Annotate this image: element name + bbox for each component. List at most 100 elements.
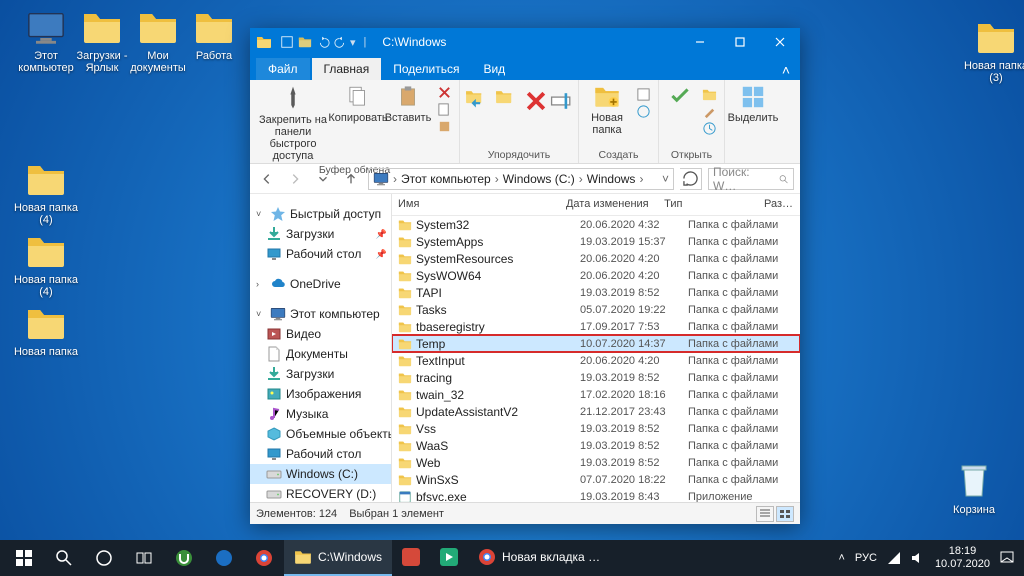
table-row[interactable]: bfsvc.exe19.03.2019 8:43Приложение xyxy=(392,488,800,502)
table-row[interactable]: WaaS19.03.2019 8:52Папка с файлами xyxy=(392,437,800,454)
desktop-icon-newfolder3[interactable]: Новая папка (3) xyxy=(960,18,1024,84)
close-button[interactable] xyxy=(760,28,800,56)
col-name[interactable]: Имя xyxy=(392,194,560,215)
delete-button[interactable] xyxy=(524,86,548,116)
tray-notifications-icon[interactable] xyxy=(1000,551,1014,565)
table-row[interactable]: UpdateAssistantV221.12.2017 23:43Папка с… xyxy=(392,403,800,420)
pin-button[interactable]: Закрепить на панели быстрого доступа xyxy=(254,82,332,164)
nav-item[interactable]: Изображения xyxy=(250,384,391,404)
table-row[interactable]: TextInput20.06.2020 4:20Папка с файлами xyxy=(392,352,800,369)
col-type[interactable]: Тип xyxy=(658,194,758,215)
taskview-button[interactable] xyxy=(124,540,164,576)
crumb-thispc[interactable]: Этот компьютер xyxy=(399,172,493,186)
moveto-button[interactable] xyxy=(464,86,492,116)
tray-lang[interactable]: РУС xyxy=(855,552,877,564)
nav-pane[interactable]: ˅Быстрый доступ Загрузки📌Рабочий стол📌 ›… xyxy=(250,194,392,502)
system-tray[interactable]: ˄ РУС 18:19 10.07.2020 xyxy=(838,545,1020,570)
desktop-icon-work[interactable]: Работа xyxy=(178,8,250,62)
crumb-drive[interactable]: Windows (C:) xyxy=(501,172,577,186)
tab-home[interactable]: Главная xyxy=(312,58,382,80)
cortana-button[interactable] xyxy=(84,540,124,576)
nav-item[interactable]: Документы xyxy=(250,344,391,364)
table-row[interactable]: Vss19.03.2019 8:52Папка с файлами xyxy=(392,420,800,437)
table-row[interactable]: Temp10.07.2020 14:37Папка с файлами xyxy=(392,335,800,352)
taskbar-app-explorer[interactable]: C:\Windows xyxy=(284,540,392,576)
table-row[interactable]: SystemApps19.03.2019 15:37Папка с файлам… xyxy=(392,233,800,250)
tab-share[interactable]: Поделиться xyxy=(381,58,471,80)
edit-button[interactable] xyxy=(699,103,720,120)
table-row[interactable]: twain_3217.02.2020 18:16Папка с файлами xyxy=(392,386,800,403)
taskbar[interactable]: C:\Windows Новая вкладка - G… ˄ РУС 18:19… xyxy=(0,540,1024,576)
desktop-icon-newfolder4[interactable]: Новая папка (4) xyxy=(10,160,82,226)
select-button[interactable]: Выделить xyxy=(729,82,777,126)
nav-item[interactable]: Объемные объекты xyxy=(250,424,391,444)
nav-item[interactable]: Рабочий стол📌 xyxy=(250,244,391,264)
copy-button[interactable]: Копировать xyxy=(334,82,382,126)
recycle-bin[interactable]: Корзина xyxy=(938,462,1010,516)
taskbar-app-app1[interactable] xyxy=(392,540,430,576)
table-row[interactable]: Web19.03.2019 8:52Папка с файлами xyxy=(392,454,800,471)
utorrent-icon[interactable] xyxy=(164,540,204,576)
nav-item[interactable]: RECOVERY (D:) xyxy=(250,484,391,502)
nav-item[interactable]: Загрузки📌 xyxy=(250,224,391,244)
copyto-button[interactable] xyxy=(494,86,522,116)
start-button[interactable] xyxy=(4,540,44,576)
col-date[interactable]: Дата изменения xyxy=(560,194,658,215)
table-row[interactable]: tracing19.03.2019 8:52Папка с файлами xyxy=(392,369,800,386)
nav-item[interactable]: Музыка xyxy=(250,404,391,424)
tray-volume-icon[interactable] xyxy=(911,551,925,565)
back-button[interactable] xyxy=(256,168,278,190)
search-button[interactable] xyxy=(44,540,84,576)
nav-quick-access[interactable]: ˅Быстрый доступ xyxy=(250,204,391,224)
newfolder-button[interactable]: Новая папка xyxy=(583,82,631,138)
table-row[interactable]: TAPI19.03.2019 8:52Папка с файлами xyxy=(392,284,800,301)
desktop-icon-newfolder42[interactable]: Новая папка (4) xyxy=(10,232,82,298)
chrome-pinned-icon[interactable] xyxy=(244,540,284,576)
table-row[interactable]: System3220.06.2020 4:32Папка с файлами xyxy=(392,216,800,233)
newitem-button[interactable] xyxy=(633,86,654,103)
minimize-button[interactable] xyxy=(680,28,720,56)
paste-button[interactable]: Вставить xyxy=(384,82,432,126)
forward-button[interactable] xyxy=(284,168,306,190)
open-button[interactable] xyxy=(699,86,720,103)
nav-thispc[interactable]: ˅Этот компьютер xyxy=(250,304,391,324)
tray-chevron-icon[interactable]: ˄ xyxy=(838,552,844,564)
qat-undo-icon[interactable] xyxy=(316,35,330,49)
up-button[interactable] xyxy=(340,168,362,190)
search-input[interactable]: Поиск: W… xyxy=(708,168,794,190)
view-icons-button[interactable] xyxy=(776,506,794,522)
nav-item[interactable]: Загрузки xyxy=(250,364,391,384)
view-details-button[interactable] xyxy=(756,506,774,522)
copypath-button[interactable] xyxy=(434,101,455,118)
qat-properties-icon[interactable] xyxy=(280,35,294,49)
tab-file[interactable]: Файл xyxy=(256,58,310,80)
refresh-button[interactable] xyxy=(680,168,702,190)
nav-item[interactable]: Windows (C:) xyxy=(250,464,391,484)
rename-button[interactable] xyxy=(550,86,574,116)
qat-redo-icon[interactable] xyxy=(334,35,348,49)
list-header[interactable]: Имя Дата изменения Тип Раз… xyxy=(392,194,800,216)
breadcrumb-dropdown-icon[interactable]: ˅ xyxy=(662,172,669,186)
tab-view[interactable]: Вид xyxy=(471,58,517,80)
desktop-icon-newfolder[interactable]: Новая папка xyxy=(10,304,82,358)
recent-button[interactable] xyxy=(312,168,334,190)
easyaccess-button[interactable] xyxy=(633,103,654,120)
ribbon-collapse-button[interactable]: ˄ xyxy=(776,60,796,80)
properties-button[interactable] xyxy=(663,82,697,112)
titlebar[interactable]: ▾ | C:\Windows xyxy=(250,28,800,56)
edge-icon[interactable] xyxy=(204,540,244,576)
crumb-folder[interactable]: Windows xyxy=(585,172,638,186)
nav-item[interactable]: Видео xyxy=(250,324,391,344)
taskbar-app-chrome[interactable]: Новая вкладка - G… xyxy=(468,540,612,576)
nav-onedrive[interactable]: ›OneDrive xyxy=(250,274,391,294)
table-row[interactable]: WinSxS07.07.2020 18:22Папка с файлами xyxy=(392,471,800,488)
table-row[interactable]: tbaseregistry17.09.2017 7:53Папка с файл… xyxy=(392,318,800,335)
table-row[interactable]: Tasks05.07.2020 19:22Папка с файлами xyxy=(392,301,800,318)
taskbar-app-app2[interactable] xyxy=(430,540,468,576)
breadcrumb[interactable]: › Этот компьютер› Windows (C:)› Windows›… xyxy=(368,168,674,190)
maximize-button[interactable] xyxy=(720,28,760,56)
tray-network-icon[interactable] xyxy=(887,551,901,565)
table-row[interactable]: SysWOW6420.06.2020 4:20Папка с файлами xyxy=(392,267,800,284)
col-size[interactable]: Раз… xyxy=(758,194,800,215)
cut-button[interactable] xyxy=(434,84,455,101)
